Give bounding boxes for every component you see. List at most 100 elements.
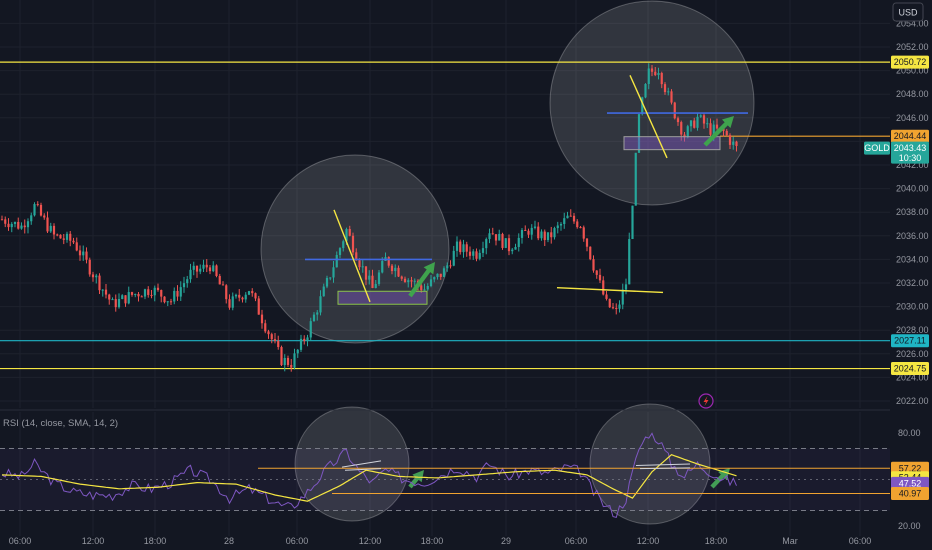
trading-chart[interactable]: 2054.002052.002050.002048.002046.002044.…	[0, 0, 932, 550]
candle-body	[33, 204, 36, 216]
candle-body	[134, 293, 137, 295]
candle-body	[88, 259, 91, 275]
candle-body	[400, 276, 403, 279]
time-tick-label: 18:00	[144, 536, 167, 546]
candle-body	[329, 277, 332, 279]
candle-body	[533, 226, 537, 228]
candle-body	[735, 141, 738, 146]
candle-body	[725, 130, 728, 136]
candle-body	[156, 287, 160, 291]
candle-body	[407, 280, 410, 283]
candle-body	[420, 285, 423, 291]
candle-body	[472, 251, 475, 256]
candle-body	[485, 239, 488, 249]
candle-body	[7, 223, 10, 228]
candle-body	[462, 244, 465, 253]
lightning-icon[interactable]	[698, 393, 714, 409]
price-tick-label: 2030.00	[896, 302, 929, 312]
candle-body	[667, 91, 670, 93]
candle-body	[290, 364, 293, 368]
candle-body	[426, 285, 429, 290]
candle-body	[108, 294, 111, 300]
candle-body	[348, 228, 351, 236]
candle-body	[397, 267, 400, 277]
candle-body	[322, 286, 325, 297]
candle-body	[303, 338, 306, 341]
candle-body	[114, 299, 117, 308]
highlight-circle	[260, 154, 450, 344]
candle-body	[699, 115, 702, 117]
price-tick-label: 2022.00	[896, 396, 929, 406]
candle-body	[208, 267, 212, 272]
candle-body	[195, 265, 199, 272]
candle-body	[0, 219, 4, 221]
candle-body	[127, 292, 130, 304]
countdown-label: 10:30	[899, 153, 922, 163]
price-tick-label: 2040.00	[896, 184, 929, 194]
candle-body	[82, 251, 85, 256]
candle-body	[608, 298, 611, 308]
candle-body	[585, 238, 589, 247]
price-tick-label: 2036.00	[896, 231, 929, 241]
candle-body	[387, 257, 390, 266]
candle-body	[283, 357, 286, 366]
currency-button[interactable]: USD	[892, 2, 924, 22]
candle-body	[147, 289, 150, 295]
time-tick-label: 12:00	[637, 536, 660, 546]
candle-body	[728, 135, 732, 145]
time-tick-label: 18:00	[705, 536, 728, 546]
candle-body	[254, 293, 257, 299]
candle-body	[69, 233, 72, 241]
candle-body	[338, 248, 342, 255]
candle-body	[205, 264, 208, 268]
candle-body	[576, 221, 579, 228]
candle-body	[673, 102, 676, 119]
candle-body	[225, 285, 228, 300]
candle-body	[377, 272, 381, 284]
candle-body	[247, 291, 251, 295]
candle-body	[390, 265, 394, 272]
level-price-tag: 2027.11	[894, 336, 926, 346]
rsi-value-tag: 40.97	[899, 488, 922, 498]
candle-body	[374, 283, 377, 288]
candle-body	[449, 265, 452, 267]
candle-body	[43, 215, 46, 218]
time-tick-label: 29	[501, 536, 511, 546]
rsi-indicator-title[interactable]: RSI (14, close, SMA, 14, 2)	[3, 418, 118, 429]
candle-body	[267, 331, 270, 335]
candle-body	[504, 238, 507, 248]
candle-body	[231, 296, 234, 308]
candle-body	[488, 233, 491, 240]
candle-body	[20, 225, 23, 229]
candle-body	[680, 122, 683, 135]
candle-body	[234, 294, 238, 297]
candle-body	[634, 152, 637, 206]
candle-body	[137, 293, 140, 297]
candle-body	[605, 294, 608, 299]
candle-body	[176, 290, 179, 297]
candle-body	[173, 290, 176, 302]
candle-body	[56, 234, 59, 236]
candle-body	[537, 226, 540, 239]
level-price-tag: 2044.44	[894, 131, 927, 141]
level-price-tag: 2050.72	[894, 57, 927, 67]
candle-body	[17, 221, 20, 229]
candle-body	[299, 338, 303, 350]
candle-body	[553, 228, 556, 238]
candle-body	[140, 296, 143, 298]
candle-body	[436, 273, 439, 278]
candle-body	[403, 278, 407, 283]
candle-body	[478, 252, 481, 259]
candle-body	[368, 275, 371, 280]
candle-body	[319, 296, 322, 313]
candle-body	[592, 259, 595, 271]
candle-body	[569, 215, 572, 217]
candle-body	[117, 299, 121, 308]
candle-body	[192, 265, 195, 270]
candle-body	[465, 244, 468, 252]
candle-body	[475, 251, 478, 259]
candle-body	[179, 287, 182, 297]
candle-body	[59, 234, 62, 239]
candle-body	[212, 265, 215, 272]
candle-body	[169, 301, 173, 303]
